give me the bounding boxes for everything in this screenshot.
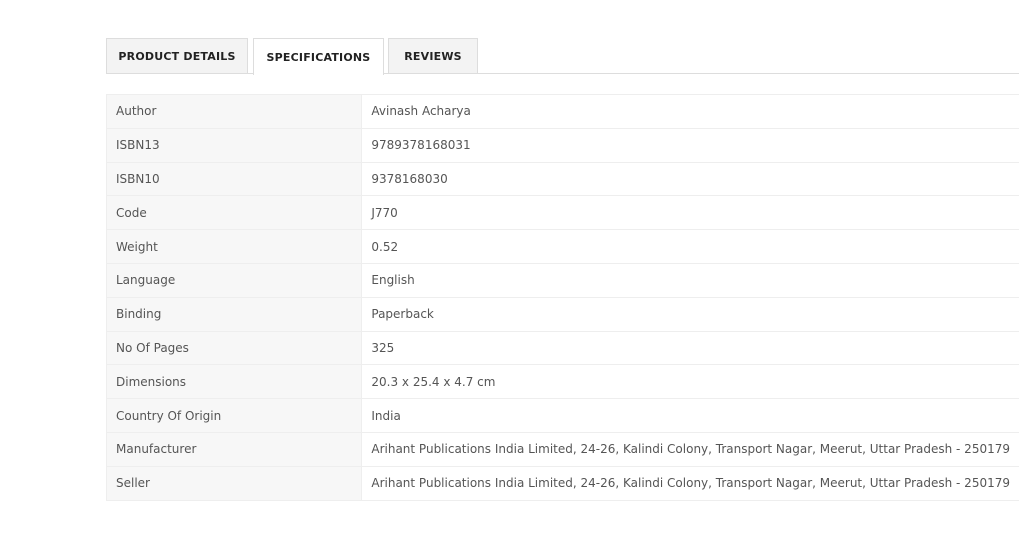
spec-key: Author [105, 94, 363, 129]
spec-value: 9378168030 [361, 161, 1019, 197]
spec-value: 9789378168031 [361, 127, 1019, 163]
tab-reviews[interactable]: REVIEWS [388, 38, 478, 73]
spec-key: Dimensions [105, 364, 363, 400]
spec-value: Arihant Publications India Limited, 24-2… [361, 431, 1019, 467]
table-row: ISBN13 9789378168031 [105, 127, 1019, 163]
table-row: Manufacturer Arihant Publications India … [105, 431, 1019, 467]
product-info-section: PRODUCT DETAILS SPECIFICATIONS REVIEWS A… [105, 38, 1019, 501]
table-row: Seller Arihant Publications India Limite… [105, 465, 1019, 501]
spec-key: ISBN13 [105, 127, 363, 163]
spec-value: Paperback [361, 296, 1019, 332]
spec-key: Language [105, 262, 363, 298]
table-row: ISBN10 9378168030 [105, 161, 1019, 197]
table-row: Weight 0.52 [105, 229, 1019, 264]
spec-value: 325 [361, 330, 1019, 366]
table-row: Country Of Origin India [105, 398, 1019, 433]
table-row: Author Avinash Acharya [105, 94, 1019, 129]
spec-key: Code [105, 195, 363, 231]
spec-value: 20.3 x 25.4 x 4.7 cm [361, 364, 1019, 400]
spec-key: Country Of Origin [105, 398, 363, 433]
spec-value: 0.52 [361, 229, 1019, 264]
tab-specifications[interactable]: SPECIFICATIONS [253, 38, 384, 75]
table-row: Code J770 [105, 195, 1019, 231]
spec-key: Seller [105, 465, 363, 501]
spec-value: J770 [361, 195, 1019, 231]
spec-value: Arihant Publications India Limited, 24-2… [361, 465, 1019, 501]
table-row: Binding Paperback [105, 296, 1019, 332]
spec-value: India [361, 398, 1019, 433]
spec-key: ISBN10 [105, 161, 363, 197]
spec-key: Weight [105, 229, 363, 264]
table-row: Dimensions 20.3 x 25.4 x 4.7 cm [105, 364, 1019, 400]
spec-value: English [361, 262, 1019, 298]
tab-bar: PRODUCT DETAILS SPECIFICATIONS REVIEWS [106, 38, 1019, 75]
spec-key: Binding [105, 296, 363, 332]
specifications-table: Author Avinash Acharya ISBN13 9789378168… [105, 94, 1019, 501]
table-row: No Of Pages 325 [105, 330, 1019, 366]
spec-value: Avinash Acharya [361, 94, 1019, 129]
spec-key: Manufacturer [105, 431, 363, 467]
spec-key: No Of Pages [105, 330, 363, 366]
tab-product-details[interactable]: PRODUCT DETAILS [106, 38, 248, 73]
table-row: Language English [105, 262, 1019, 298]
